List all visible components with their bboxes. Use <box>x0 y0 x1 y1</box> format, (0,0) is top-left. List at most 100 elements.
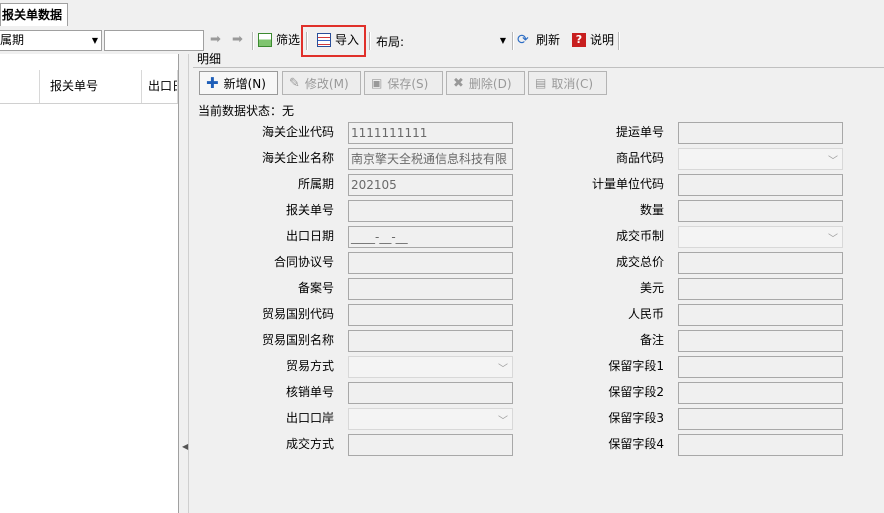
export-date-field[interactable]: ____-__-__ <box>348 226 513 248</box>
toolbar-separator <box>369 32 371 50</box>
toolbar-separator <box>618 32 620 50</box>
quantity-field[interactable] <box>678 200 843 222</box>
rmb-field[interactable] <box>678 304 843 326</box>
unit-code-field[interactable] <box>678 174 843 196</box>
field-label: 成交币制 <box>615 229 664 243</box>
field-label: 保留字段1 <box>608 359 664 373</box>
export-port-select[interactable]: ﹀ <box>348 408 513 430</box>
layout-combo[interactable]: ▼ <box>408 30 510 51</box>
collapse-arrow-icon[interactable]: ◀ <box>182 442 188 451</box>
field-label: 出口口岸 <box>285 411 334 425</box>
detail-group-title: 明细 <box>197 52 222 66</box>
field-label: 海关企业名称 <box>261 151 334 165</box>
trade-country-code-field[interactable] <box>348 304 513 326</box>
grid-row-header <box>0 70 40 103</box>
field-label: 提运单号 <box>615 125 664 139</box>
reserved-field-2[interactable] <box>678 382 843 404</box>
filter-button[interactable]: 筛选 <box>258 29 300 51</box>
toolbar-separator <box>512 32 514 50</box>
panel-splitter[interactable]: ◀ <box>179 54 189 513</box>
import-button[interactable]: 导入 <box>317 29 359 51</box>
field-label: 核销单号 <box>285 385 334 399</box>
field-label: 计量单位代码 <box>591 177 664 191</box>
edit-icon: ✎ <box>289 75 300 91</box>
toolbar: 属期 ▼ ➡ ➡ 筛选 导入 布局: ▼ ⟳ 刷新 ? 说明 <box>0 25 884 57</box>
field-label: 保留字段2 <box>608 385 664 399</box>
cancel-button[interactable]: ▤ 取消(C) <box>528 71 607 95</box>
help-button[interactable]: ? 说明 <box>572 29 614 51</box>
arrow-right-icon[interactable]: ➡ <box>210 32 221 47</box>
currency-select[interactable]: ﹀ <box>678 226 843 248</box>
chevron-down-icon: ﹀ <box>498 416 508 427</box>
delete-label: 删除(D) <box>468 76 512 91</box>
edit-label: 修改(M) <box>304 76 349 91</box>
field-label: 贸易国别名称 <box>261 333 334 347</box>
record-number-field[interactable] <box>348 278 513 300</box>
field-label: 数量 <box>639 203 664 217</box>
arrow-right-end-icon[interactable]: ➡ <box>232 32 243 47</box>
field-label: 所属期 <box>297 177 334 191</box>
field-label: 保留字段4 <box>608 437 664 451</box>
add-label: 新增(N) <box>223 76 266 91</box>
customs-enterprise-name-field[interactable]: 南京擎天全税通信息科技有限 <box>348 148 513 170</box>
field-label: 备案号 <box>297 281 334 295</box>
field-label: 报关单号 <box>285 203 334 217</box>
reserved-field-1[interactable] <box>678 356 843 378</box>
field-label: 成交总价 <box>615 255 664 269</box>
save-icon: ▣ <box>371 76 383 90</box>
save-label: 保存(S) <box>387 76 429 91</box>
filter-label: 筛选 <box>276 33 301 47</box>
save-button[interactable]: ▣ 保存(S) <box>364 71 443 95</box>
refresh-label: 刷新 <box>536 33 561 47</box>
declaration-number-field[interactable] <box>348 200 513 222</box>
chevron-down-icon: ▼ <box>91 36 98 45</box>
period-combo-value: 属期 <box>0 33 25 47</box>
field-label: 合同协议号 <box>273 255 334 269</box>
refresh-icon: ⟳ <box>517 32 529 48</box>
grid-column-header[interactable]: 出口日 <box>142 70 178 103</box>
field-label: 美元 <box>639 281 664 295</box>
reserved-field-4[interactable] <box>678 434 843 456</box>
plus-icon: ✚ <box>206 74 219 92</box>
period-combo[interactable]: 属期 ▼ <box>0 30 102 51</box>
commodity-code-select[interactable]: ﹀ <box>678 148 843 170</box>
transaction-mode-field[interactable] <box>348 434 513 456</box>
bill-of-lading-field[interactable] <box>678 122 843 144</box>
period-field[interactable]: 202105 <box>348 174 513 196</box>
chevron-down-icon: ﹀ <box>828 234 838 245</box>
customs-enterprise-code-field[interactable]: 1111111111 <box>348 122 513 144</box>
trade-country-name-field[interactable] <box>348 330 513 352</box>
verification-number-field[interactable] <box>348 382 513 404</box>
toolbar-separator <box>252 32 254 50</box>
delete-icon: ✖ <box>453 75 464 91</box>
reserved-field-3[interactable] <box>678 408 843 430</box>
field-label: 保留字段3 <box>608 411 664 425</box>
usd-field[interactable] <box>678 278 843 300</box>
import-table-icon <box>317 33 331 47</box>
field-label: 商品代码 <box>615 151 664 165</box>
record-status-text: 当前数据状态：无 <box>198 104 295 118</box>
chevron-down-icon: ﹀ <box>498 364 508 375</box>
cancel-icon: ▤ <box>535 76 547 90</box>
delete-button[interactable]: ✖ 删除(D) <box>446 71 525 95</box>
contract-number-field[interactable] <box>348 252 513 274</box>
tab-strip: 报关单数据 <box>0 0 884 28</box>
layout-label: 布局: <box>376 35 405 49</box>
chevron-down-icon: ﹀ <box>828 156 838 167</box>
import-label: 导入 <box>335 33 360 47</box>
help-icon: ? <box>572 33 586 47</box>
tab-customs-declaration-data[interactable]: 报关单数据 <box>0 3 68 26</box>
grid-column-header[interactable]: 报关单号 <box>40 70 142 103</box>
trade-mode-select[interactable]: ﹀ <box>348 356 513 378</box>
help-label: 说明 <box>590 33 615 47</box>
search-input[interactable] <box>104 30 204 51</box>
field-label: 贸易方式 <box>285 359 334 373</box>
group-divider <box>193 67 884 68</box>
field-label: 备注 <box>639 333 664 347</box>
edit-button[interactable]: ✎ 修改(M) <box>282 71 361 95</box>
total-price-field[interactable] <box>678 252 843 274</box>
field-label: 贸易国别代码 <box>261 307 334 321</box>
add-button[interactable]: ✚ 新增(N) <box>199 71 278 95</box>
refresh-button[interactable]: ⟳ 刷新 <box>517 29 560 51</box>
remarks-field[interactable] <box>678 330 843 352</box>
